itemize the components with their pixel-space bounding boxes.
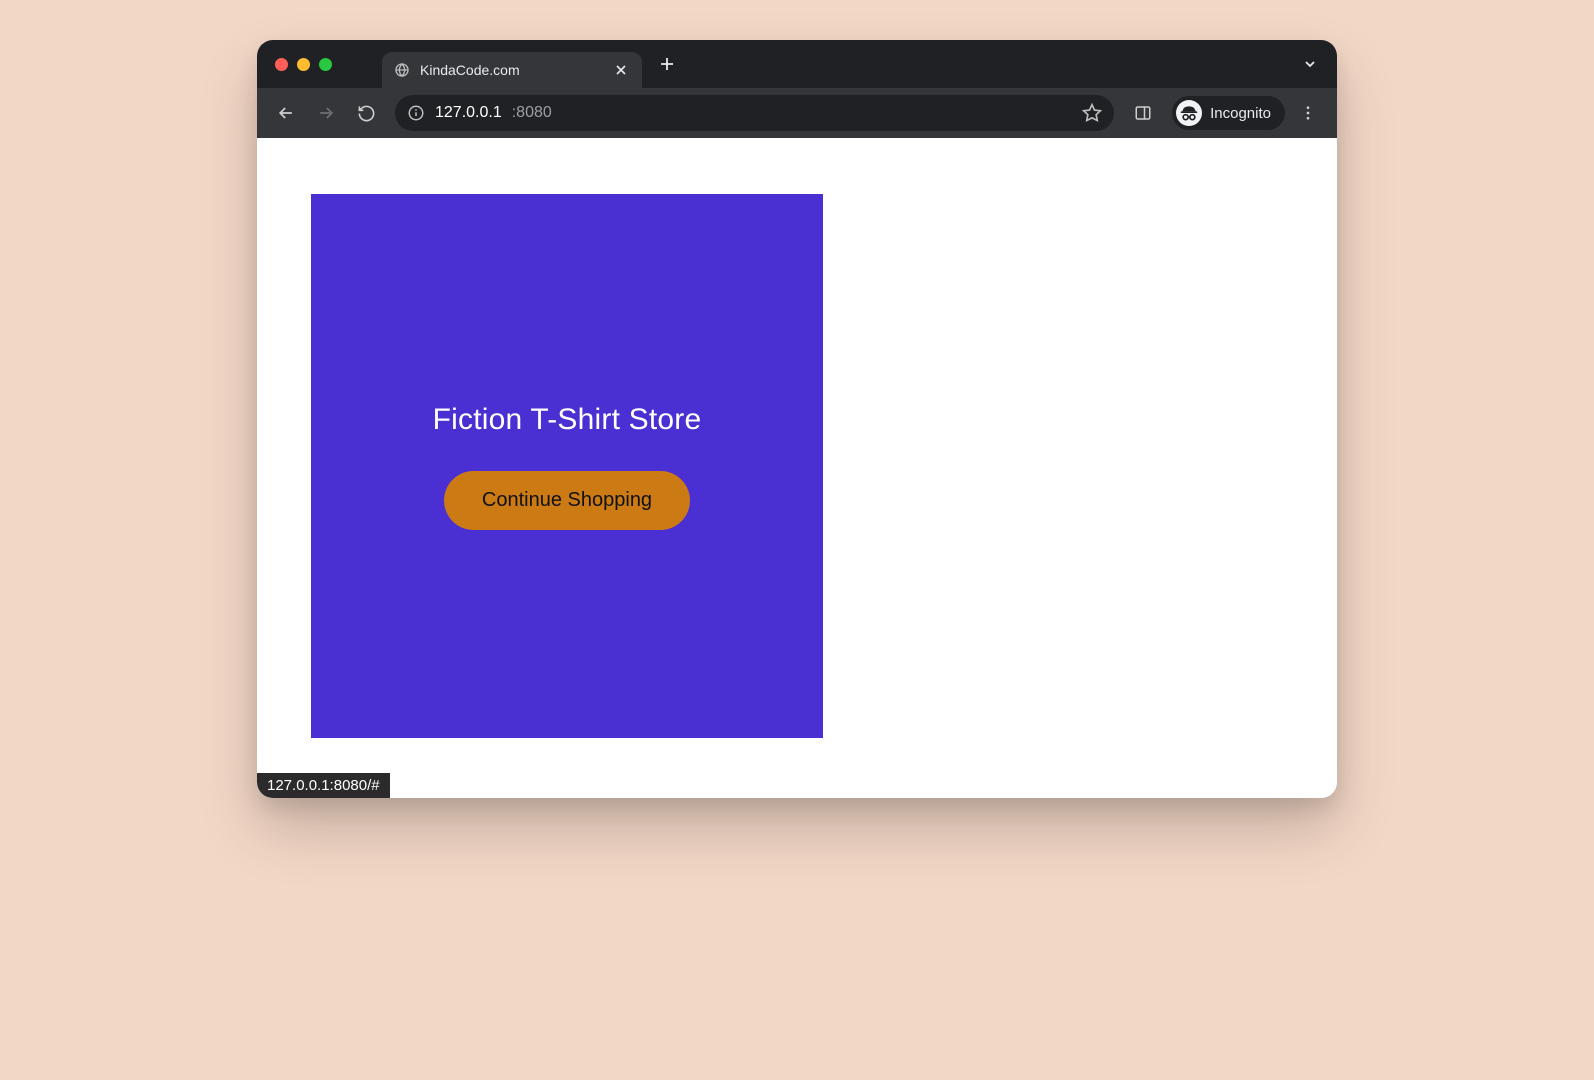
window-controls — [275, 58, 332, 71]
tab-close-button[interactable] — [612, 61, 630, 79]
bookmark-button[interactable] — [1082, 103, 1102, 123]
side-panel-button[interactable] — [1126, 96, 1160, 130]
incognito-indicator[interactable]: Incognito — [1172, 96, 1285, 130]
toolbar: 127.0.0.1 :8080 — [257, 88, 1337, 138]
kebab-icon — [1299, 104, 1317, 122]
browser-menu-button[interactable] — [1291, 96, 1325, 130]
address-bar[interactable]: 127.0.0.1 :8080 — [395, 95, 1114, 131]
arrow-right-icon — [316, 103, 336, 123]
plus-icon — [659, 56, 675, 72]
new-tab-button[interactable] — [652, 49, 682, 79]
incognito-label: Incognito — [1210, 105, 1271, 122]
close-icon — [615, 64, 627, 76]
globe-icon — [394, 62, 410, 78]
incognito-icon — [1176, 100, 1202, 126]
url-host: 127.0.0.1 — [435, 104, 502, 122]
nav-forward-button[interactable] — [309, 96, 343, 130]
nav-reload-button[interactable] — [349, 96, 383, 130]
chevron-down-icon — [1303, 57, 1317, 71]
browser-tab[interactable]: KindaCode.com — [382, 52, 642, 88]
nav-back-button[interactable] — [269, 96, 303, 130]
site-info-icon[interactable] — [407, 104, 425, 122]
panel-icon — [1134, 104, 1152, 122]
tab-overflow-button[interactable] — [1295, 49, 1325, 79]
tab-title: KindaCode.com — [420, 62, 602, 78]
star-icon — [1082, 103, 1102, 123]
window-minimize-button[interactable] — [297, 58, 310, 71]
browser-window: KindaCode.com — [257, 40, 1337, 798]
tab-strip: KindaCode.com — [257, 40, 1337, 88]
url-port: :8080 — [512, 104, 552, 122]
page-viewport: Fiction T-Shirt Store Continue Shopping … — [257, 138, 1337, 798]
hero-card: Fiction T-Shirt Store Continue Shopping — [311, 194, 823, 738]
window-close-button[interactable] — [275, 58, 288, 71]
reload-icon — [357, 104, 376, 123]
status-bar: 127.0.0.1:8080/# — [257, 773, 390, 798]
window-zoom-button[interactable] — [319, 58, 332, 71]
arrow-left-icon — [276, 103, 296, 123]
continue-shopping-button[interactable]: Continue Shopping — [444, 471, 690, 530]
card-title: Fiction T-Shirt Store — [433, 403, 702, 437]
